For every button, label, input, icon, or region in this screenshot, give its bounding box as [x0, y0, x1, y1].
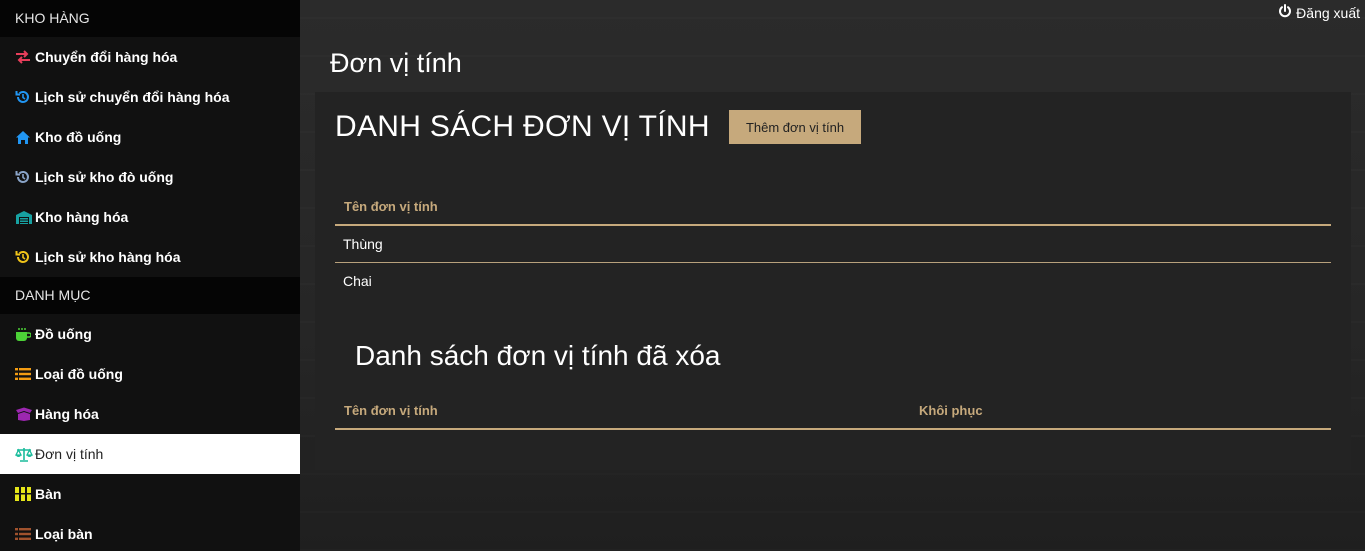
deleted-units-table: Tên đơn vị tính Khôi phục: [335, 392, 1331, 430]
sidebar-item-label: Lịch sử kho hàng hóa: [35, 249, 181, 265]
list-icon: [15, 366, 33, 382]
column-header-name: Tên đơn vị tính: [335, 392, 910, 430]
sidebar-item-label: Lịch sử kho đò uống: [35, 169, 174, 185]
sidebar-section-header: DANH MỤC: [0, 277, 300, 314]
sidebar-item-label: Bàn: [35, 486, 62, 502]
sidebar-item[interactable]: Đơn vị tính: [0, 434, 300, 474]
sidebar-item-label: Loại bàn: [35, 526, 93, 542]
warehouse-icon: [15, 209, 33, 225]
list-heading: DANH SÁCH ĐƠN VỊ TÍNH: [335, 110, 710, 143]
sidebar-item-label: Chuyển đổi hàng hóa: [35, 49, 178, 65]
sidebar-item-label: Lịch sử chuyển đổi hàng hóa: [35, 89, 230, 105]
sidebar-item-label: Kho đồ uống: [35, 129, 122, 145]
sidebar-item[interactable]: Loại đồ uống: [0, 354, 300, 394]
unit-name-cell: Thùng: [335, 225, 1331, 263]
coffee-icon: [15, 326, 33, 342]
sidebar-item-label: Loại đồ uống: [35, 366, 123, 382]
sidebar-item[interactable]: Kho đồ uống: [0, 117, 300, 157]
table-header-row: Tên đơn vị tính: [335, 188, 1331, 226]
sidebar-item[interactable]: Lịch sử kho hàng hóa: [0, 237, 300, 277]
sidebar-item[interactable]: Lịch sử chuyển đổi hàng hóa: [0, 77, 300, 117]
page-title: Đơn vị tính: [330, 48, 462, 78]
sidebar-item[interactable]: Loại bàn: [0, 514, 300, 551]
scale-icon: [15, 446, 33, 462]
units-table: Tên đơn vị tính Thùng Chai: [335, 188, 1331, 299]
grid-icon: [15, 486, 33, 502]
content-panel: DANH SÁCH ĐƠN VỊ TÍNH Thêm đơn vị tính T…: [315, 92, 1351, 470]
sidebar-section-header: KHO HÀNG: [0, 0, 300, 37]
box-icon: [15, 406, 33, 422]
list-icon: [15, 526, 33, 542]
add-unit-button[interactable]: Thêm đơn vị tính: [729, 110, 861, 144]
sidebar-item[interactable]: Lịch sử kho đò uống: [0, 157, 300, 197]
power-icon: [1278, 4, 1292, 21]
table-row[interactable]: Thùng: [335, 225, 1331, 263]
sidebar-item[interactable]: Đồ uống: [0, 314, 300, 354]
sidebar-item-label: Đồ uống: [35, 326, 92, 342]
unit-name-cell: Chai: [343, 272, 372, 289]
history-icon: [15, 89, 33, 105]
units-table-body: Thùng Chai: [335, 225, 1331, 299]
sidebar: KHO HÀNG Chuyển đổi hàng hóa Lịch sử chuyể…: [0, 0, 300, 551]
sidebar-item[interactable]: Hàng hóa: [0, 394, 300, 434]
table-row[interactable]: Chai: [335, 262, 1331, 299]
column-header-restore: Khôi phục: [910, 392, 1331, 430]
sidebar-item-label: Hàng hóa: [35, 406, 99, 422]
sidebar-item[interactable]: Chuyển đổi hàng hóa: [0, 37, 300, 77]
logout-button[interactable]: Đăng xuất: [1278, 4, 1360, 21]
history-icon: [15, 169, 33, 185]
home-icon: [15, 129, 33, 145]
column-header-name: Tên đơn vị tính: [335, 188, 1331, 226]
table-header-row: Tên đơn vị tính Khôi phục: [335, 392, 1331, 430]
main-content: Đăng xuất Đơn vị tính DANH SÁCH ĐƠN VỊ T…: [300, 0, 1365, 551]
logout-label: Đăng xuất: [1296, 4, 1360, 21]
app-root: KHO HÀNG Chuyển đổi hàng hóa Lịch sử chuyể…: [0, 0, 1365, 551]
sidebar-item-label: Đơn vị tính: [35, 446, 104, 462]
deleted-list-heading: Danh sách đơn vị tính đã xóa: [355, 340, 721, 371]
sidebar-item-label: Kho hàng hóa: [35, 209, 129, 225]
sidebar-item[interactable]: Kho hàng hóa: [0, 197, 300, 237]
history-icon: [15, 249, 33, 265]
exchange-icon: [15, 49, 33, 65]
sidebar-item[interactable]: Bàn: [0, 474, 300, 514]
